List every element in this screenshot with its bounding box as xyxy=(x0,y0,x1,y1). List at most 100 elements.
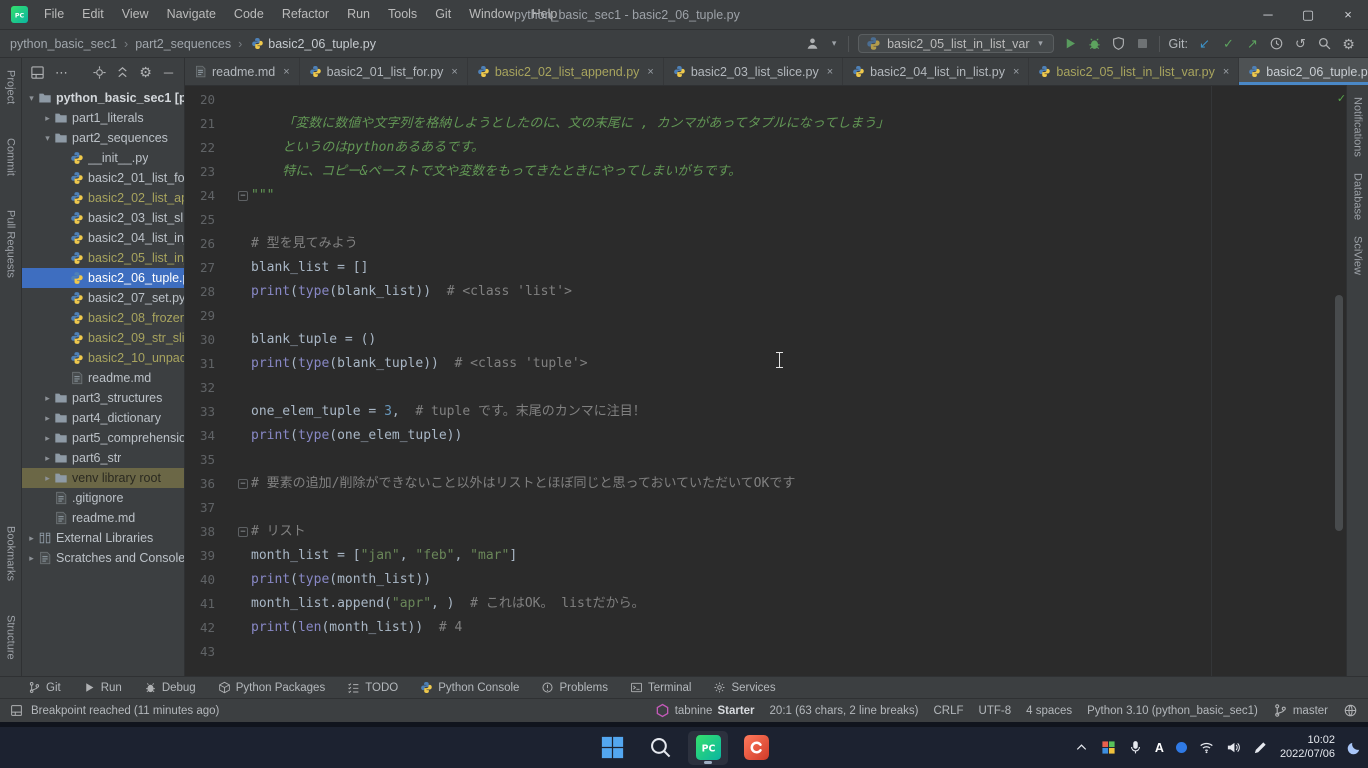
tabnine-widget[interactable]: tabnine Starter xyxy=(655,703,755,718)
line-number[interactable]: 30 xyxy=(187,328,215,352)
tab-basic2-06-tuple-py[interactable]: basic2_06_tuple.py× xyxy=(1239,58,1368,85)
twisty-icon[interactable]: ▾ xyxy=(42,133,53,144)
menu-view[interactable]: View xyxy=(113,0,158,29)
twisty-icon[interactable]: ▸ xyxy=(42,473,53,484)
tree-item-scratches-and-consoles[interactable]: ▸Scratches and Consoles xyxy=(22,548,184,568)
twisty-icon[interactable]: ▸ xyxy=(42,113,53,124)
breadcrumb-item-part2-sequences[interactable]: part2_sequences xyxy=(133,37,233,51)
twisty-icon[interactable]: ▸ xyxy=(42,413,53,424)
tree-item-external-libraries[interactable]: ▸External Libraries xyxy=(22,528,184,548)
start-button[interactable] xyxy=(592,731,632,765)
fold-marker[interactable]: − xyxy=(238,527,248,537)
microphone-icon[interactable] xyxy=(1128,740,1143,755)
close-button[interactable]: × xyxy=(1328,0,1368,29)
tool-stripe-structure[interactable]: Structure xyxy=(5,615,17,660)
tab-basic2-03-list-slice-py[interactable]: basic2_03_list_slice.py× xyxy=(664,58,843,85)
tree-item-basic2-09-str-slice-py[interactable]: basic2_09_str_slice.py xyxy=(22,328,184,348)
line-ending[interactable]: CRLF xyxy=(933,705,963,717)
menu-run[interactable]: Run xyxy=(338,0,379,29)
line-number[interactable]: 26 xyxy=(187,232,215,256)
line-number[interactable]: 28 xyxy=(187,280,215,304)
tree-item-readme-md[interactable]: readme.md xyxy=(22,508,184,528)
tab-basic2-04-list-in-list-py[interactable]: basic2_04_list_in_list.py× xyxy=(843,58,1029,85)
taskbar-clock[interactable]: 10:02 2022/07/06 xyxy=(1280,734,1335,761)
tray-colored-app-icon[interactable] xyxy=(1101,740,1116,755)
tree-item-gitignore[interactable]: .gitignore xyxy=(22,488,184,508)
git-branch-widget[interactable]: master xyxy=(1273,703,1328,718)
tool-stripe-commit[interactable]: Commit xyxy=(5,138,17,176)
line-number[interactable]: 22 xyxy=(187,136,215,160)
user-account-icon[interactable] xyxy=(805,36,820,51)
select-opened-file-icon[interactable] xyxy=(92,65,107,80)
toolwindow-button-debug[interactable]: Debug xyxy=(144,681,196,694)
fold-marker[interactable]: − xyxy=(238,191,248,201)
menu-code[interactable]: Code xyxy=(225,0,273,29)
tree-item-basic2-06-tuple-py[interactable]: basic2_06_tuple.py xyxy=(22,268,184,288)
tray-blue-dot-icon[interactable] xyxy=(1176,742,1187,753)
ime-indicator[interactable]: A xyxy=(1155,741,1164,755)
line-number[interactable]: 23 xyxy=(187,160,215,184)
code-pane[interactable]: 「変数に数値や文字列を格納しようとしたのに、文の末尾に , カンマがあってタプル… xyxy=(251,86,1332,676)
tree-item-basic2-01-list-for-py[interactable]: basic2_01_list_for.py xyxy=(22,168,184,188)
twisty-icon[interactable]: ▸ xyxy=(26,533,37,544)
tool-stripe-database[interactable]: Database xyxy=(1352,173,1364,220)
scrollbar-thumb[interactable] xyxy=(1335,295,1343,531)
toolwindow-button-python-console[interactable]: Python Console xyxy=(420,681,519,694)
tab-close-icon[interactable]: × xyxy=(647,66,653,78)
menu-edit[interactable]: Edit xyxy=(73,0,113,29)
menu-file[interactable]: File xyxy=(35,0,73,29)
stop-button[interactable] xyxy=(1135,36,1150,51)
globe-icon[interactable] xyxy=(1343,703,1358,718)
toolwindow-button-problems[interactable]: Problems xyxy=(541,681,608,694)
tree-item-basic2-02-list-append-py[interactable]: basic2_02_list_append.py xyxy=(22,188,184,208)
line-number[interactable]: 40 xyxy=(187,568,215,592)
tab-close-icon[interactable]: × xyxy=(283,66,289,78)
line-number[interactable]: 27 xyxy=(187,256,215,280)
tab-basic2-05-list-in-list-var-py[interactable]: basic2_05_list_in_list_var.py× xyxy=(1029,58,1239,85)
tree-item-basic2-10-unpack-py[interactable]: basic2_10_unpack.py xyxy=(22,348,184,368)
menu-refactor[interactable]: Refactor xyxy=(273,0,338,29)
toolwindow-button-terminal[interactable]: Terminal xyxy=(630,681,691,694)
line-number[interactable]: 43 xyxy=(187,640,215,664)
tool-stripe-sciview[interactable]: SciView xyxy=(1352,236,1364,275)
tree-item-python-basic-sec1-python-basic-sec1[interactable]: ▾python_basic_sec1 [python_basic_sec1] xyxy=(22,88,184,108)
focus-assist-moon-icon[interactable] xyxy=(1347,740,1362,755)
tree-item-part4-dictionary[interactable]: ▸part4_dictionary xyxy=(22,408,184,428)
editor-scrollbar[interactable]: ✓ xyxy=(1332,86,1346,676)
settings-button[interactable]: ⚙ xyxy=(1341,36,1356,51)
tool-stripe-bookmarks[interactable]: Bookmarks xyxy=(5,526,17,581)
taskbar-red-app-button[interactable] xyxy=(736,731,776,765)
line-number[interactable]: 29 xyxy=(187,304,215,328)
tree-item-part3-structures[interactable]: ▸part3_structures xyxy=(22,388,184,408)
run-configuration-select[interactable]: basic2_05_list_in_list_var ▾ xyxy=(858,34,1053,53)
twisty-icon[interactable]: ▾ xyxy=(26,93,37,104)
tray-expand-icon[interactable] xyxy=(1074,740,1089,755)
toolwindow-button-git[interactable]: Git xyxy=(28,681,61,694)
search-everywhere-button[interactable] xyxy=(1317,36,1332,51)
hide-panel-icon[interactable]: ─ xyxy=(161,65,176,80)
commit-button[interactable]: ✓ xyxy=(1221,36,1236,51)
menu-git[interactable]: Git xyxy=(426,0,460,29)
tree-item-part6-str[interactable]: ▸part6_str xyxy=(22,448,184,468)
push-button[interactable]: ↗ xyxy=(1245,36,1260,51)
toolwindow-button-todo[interactable]: TODO xyxy=(347,681,398,694)
taskbar-pycharm-button[interactable]: PC xyxy=(688,731,728,765)
toolwindow-button-services[interactable]: Services xyxy=(713,681,775,694)
view-options-icon[interactable]: ⋯ xyxy=(54,65,69,80)
toolwindow-button-python-packages[interactable]: Python Packages xyxy=(218,681,326,694)
editor[interactable]: 2021222324−252627282930313233343536−3738… xyxy=(185,86,1346,676)
run-button[interactable] xyxy=(1063,36,1078,51)
toolwindow-button-run[interactable]: Run xyxy=(83,681,122,694)
line-number[interactable]: 34 xyxy=(187,424,215,448)
menu-navigate[interactable]: Navigate xyxy=(158,0,225,29)
line-number[interactable]: 42 xyxy=(187,616,215,640)
line-number[interactable]: 38 xyxy=(187,520,215,544)
pen-icon[interactable] xyxy=(1253,740,1268,755)
tab-readme-md[interactable]: readme.md× xyxy=(185,58,300,85)
line-number[interactable]: 41 xyxy=(187,592,215,616)
tab-basic2-01-list-for-py[interactable]: basic2_01_list_for.py× xyxy=(300,58,468,85)
rollback-button[interactable]: ↺ xyxy=(1293,36,1308,51)
line-number[interactable]: 25 xyxy=(187,208,215,232)
tree-item-init-py[interactable]: __init__.py xyxy=(22,148,184,168)
tree-item-basic2-08-frozen-set-py[interactable]: basic2_08_frozen_set.py xyxy=(22,308,184,328)
